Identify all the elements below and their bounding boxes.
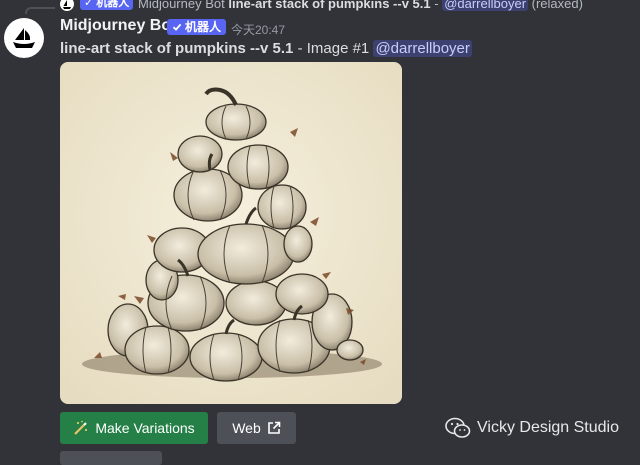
watermark: Vicky Design Studio [445,417,619,439]
wechat-icon [445,417,471,438]
reply-spine [25,7,55,14]
username[interactable]: Midjourney Bot [60,17,176,35]
reply-bot-tag: ✓ 机器人 [80,0,134,10]
message-image-label: - Image #1 [293,40,374,57]
message-content: line-art stack of pumpkins --v 5.1 - Ima… [60,40,472,57]
generated-image[interactable] [60,62,402,404]
bot-tag: 机器人 [167,19,227,35]
next-row-button-partial[interactable] [60,451,162,465]
watermark-text: Vicky Design Studio [477,419,619,436]
reply-preview[interactable]: ✓ 机器人 Midjourney Bot line-art stack of p… [0,0,640,14]
reply-author: Midjourney Bot [138,0,225,11]
timestamp[interactable]: 今天20:47 [231,21,285,38]
reply-mention[interactable]: @darrellboyer [442,0,529,11]
reply-separator: - [430,0,443,11]
magic-wand-icon [74,420,88,435]
external-link-icon [267,421,281,434]
web-button[interactable]: Web [217,412,296,444]
midjourney-boat-icon [63,0,71,9]
reply-avatar [60,0,74,11]
make-variations-button[interactable]: Make Variations [60,412,208,444]
reply-suffix: (relaxed) [528,0,583,11]
pumpkin-stack-illustration [60,62,402,404]
make-variations-label: Make Variations [95,420,195,436]
user-mention[interactable]: @darrellboyer [373,40,472,57]
reply-text[interactable]: Midjourney Bot line-art stack of pumpkin… [138,0,583,11]
message-prompt: line-art stack of pumpkins --v 5.1 [60,40,294,57]
reply-prompt: line-art stack of pumpkins --v 5.1 [228,0,431,11]
midjourney-boat-icon [13,28,35,48]
web-label: Web [232,420,261,436]
bot-tag-label: 机器人 [185,20,222,34]
check-icon [172,23,182,31]
avatar[interactable] [4,18,44,58]
